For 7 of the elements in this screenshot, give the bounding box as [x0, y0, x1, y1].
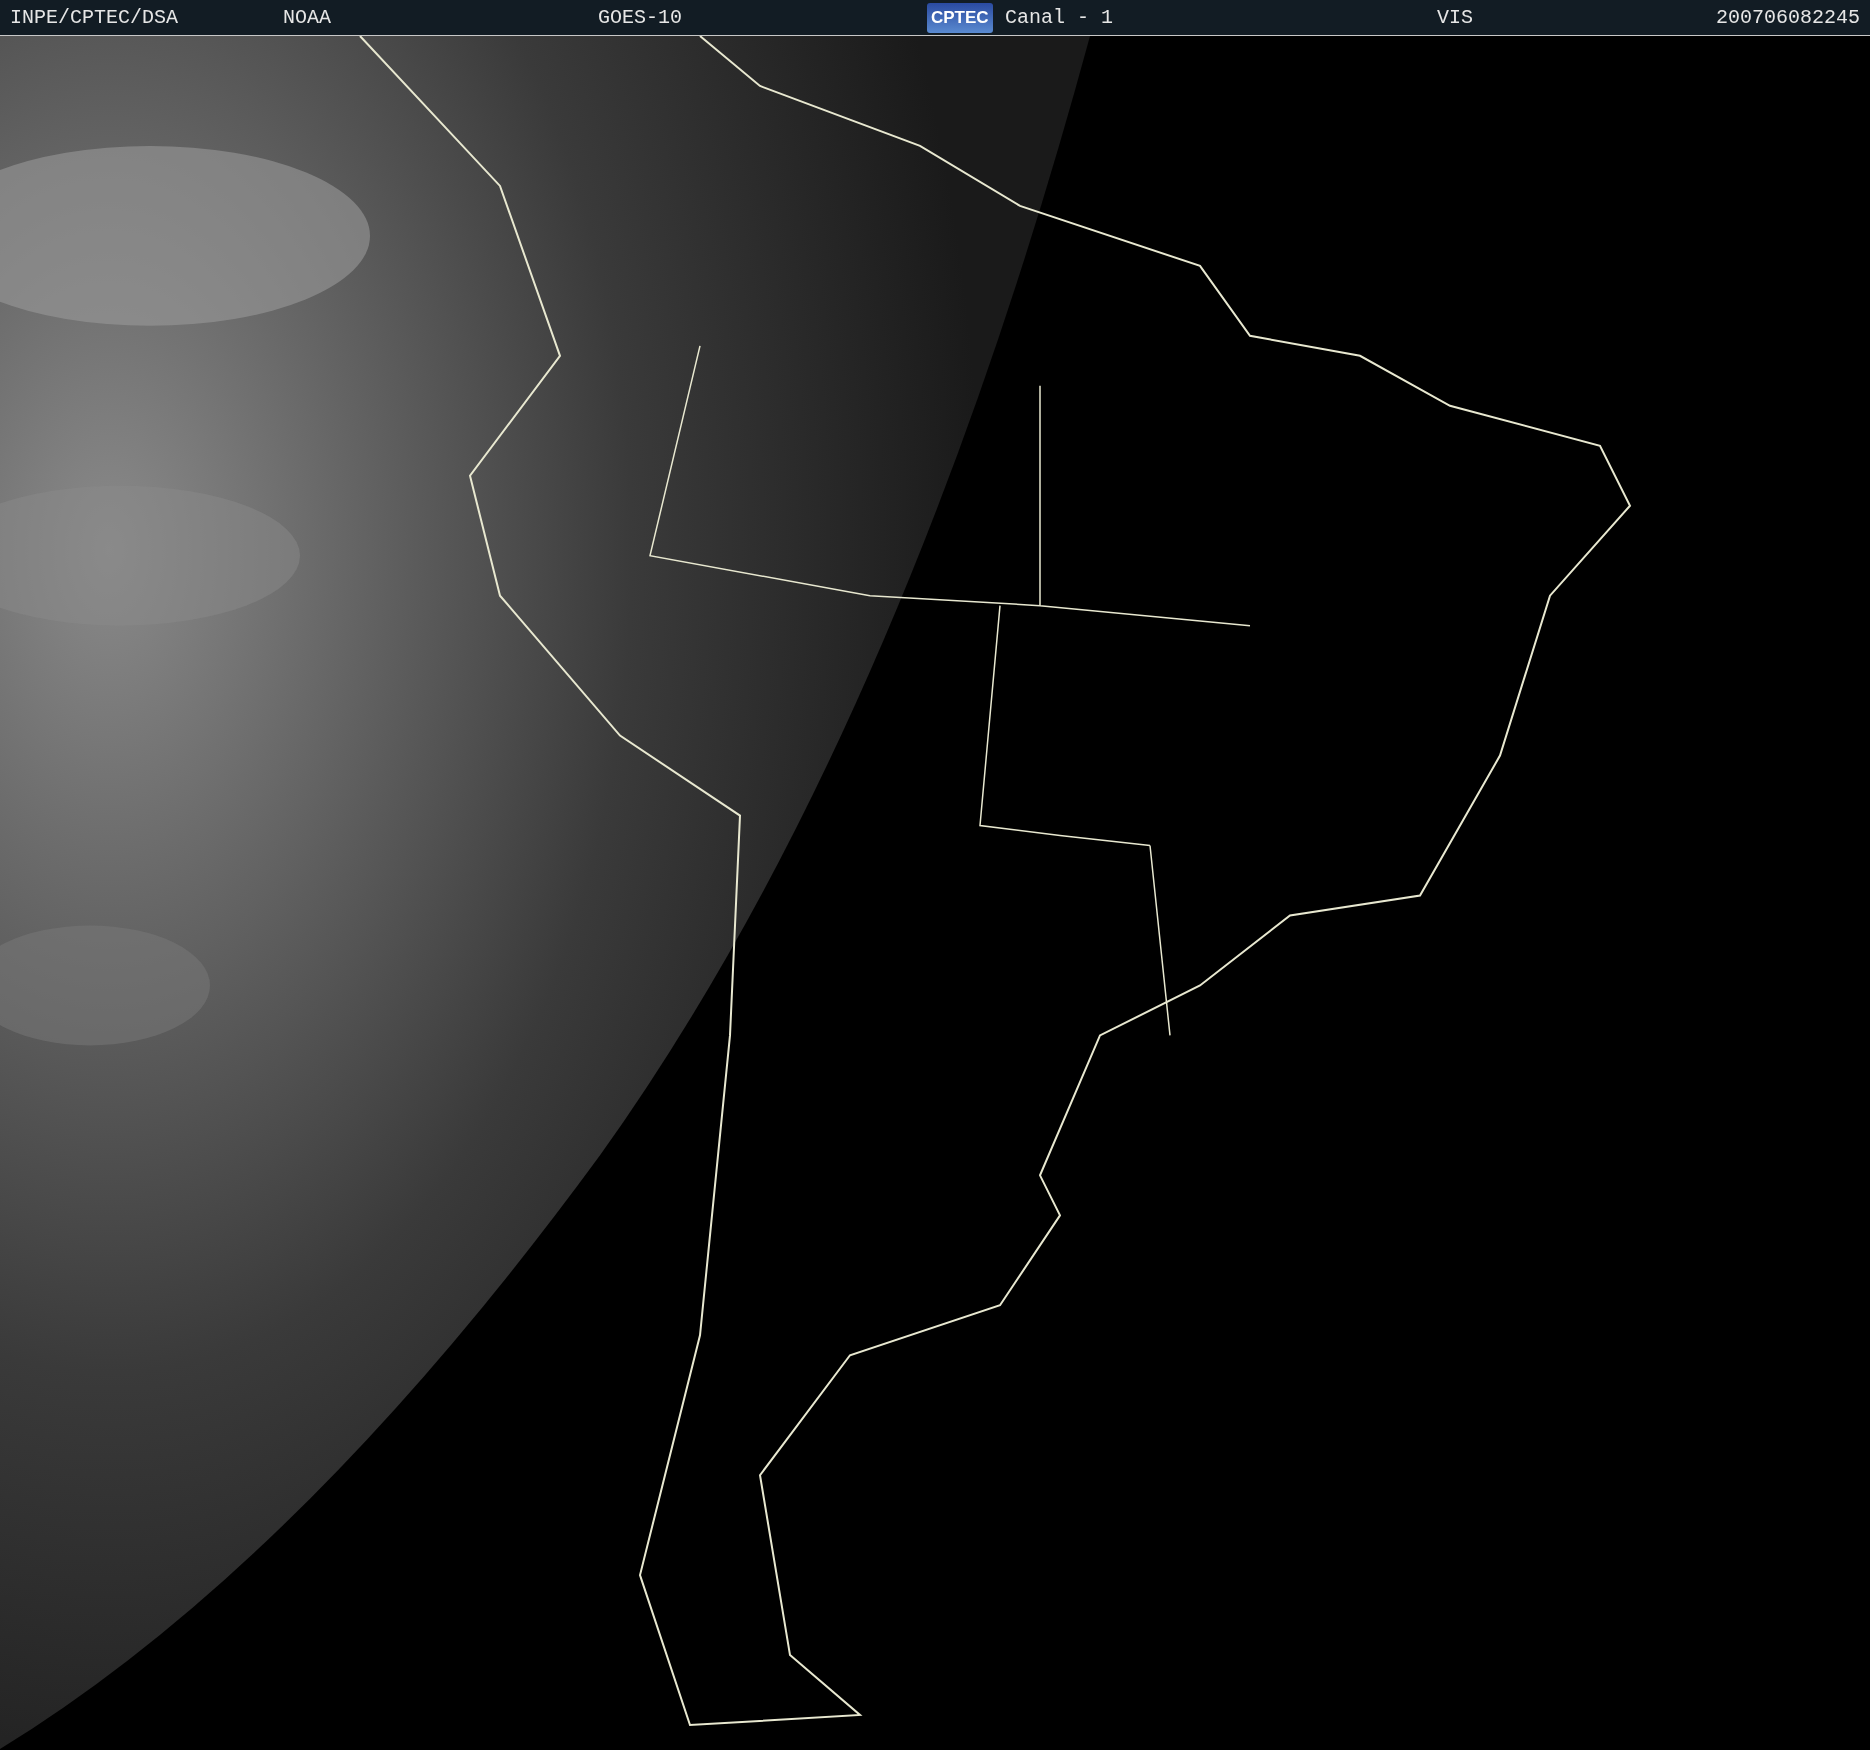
satellite-label: GOES-10 [598, 6, 682, 29]
timestamp-label: 200706082245 [1715, 6, 1861, 29]
channel-label: Canal - 1 [1005, 6, 1114, 29]
agency-label: NOAA [283, 6, 331, 29]
source-label: INPE/CPTEC/DSA [10, 6, 179, 29]
band-label: VIS [1437, 6, 1473, 29]
logo: CPTEC [927, 2, 993, 33]
